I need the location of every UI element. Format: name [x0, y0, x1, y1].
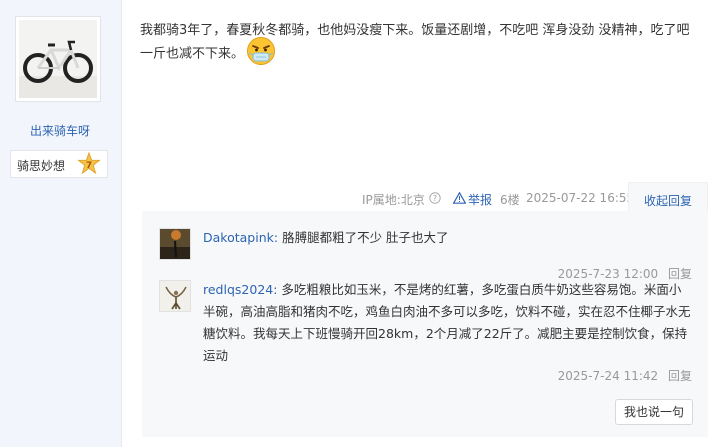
- reply-avatar[interactable]: [159, 228, 191, 260]
- collapse-replies-tab[interactable]: 收起回复: [628, 182, 708, 212]
- author-sidebar: 出来骑车呀 骑思妙想 7: [0, 0, 122, 447]
- ip-location: IP属地:北京: [362, 193, 425, 207]
- reply-footer: 2025-7-24 11:42 回复: [558, 367, 692, 384]
- add-reply-button[interactable]: 我也说一句: [615, 399, 693, 425]
- post-content: 我都骑3年了，春夏秋冬都骑，也他妈没瘦下来。饭量还剧增，不吃吧 浑身没劲 没精神…: [140, 20, 700, 66]
- level-star-icon: 7: [77, 151, 101, 176]
- reply-avatar[interactable]: [159, 280, 191, 312]
- level-number: 7: [86, 161, 92, 171]
- reply-item: Dakotapink: 胳膊腿都粗了不少 肚子也大了 2025-7-23 12:…: [142, 227, 708, 281]
- question-circle-icon[interactable]: ?: [429, 192, 441, 207]
- reply-username[interactable]: redlqs2024:: [203, 282, 277, 297]
- reply-text: 胳膊腿都粗了不少 肚子也大了: [282, 230, 449, 245]
- report-link[interactable]: 举报: [468, 191, 492, 208]
- reply-link[interactable]: 回复: [668, 369, 692, 383]
- reply-text-line: Dakotapink: 胳膊腿都粗了不少 肚子也大了: [203, 227, 692, 249]
- reply-item: redlqs2024: 多吃粗粮比如玉米，不是烤的红薯，多吃蛋白质牛奶这些容易饱…: [142, 277, 708, 387]
- bicycle-photo: [19, 20, 97, 98]
- angry-mask-emoji-icon: [246, 36, 276, 66]
- post-datetime: 2025-07-22 16:55: [526, 191, 635, 205]
- reply-username[interactable]: Dakotapink:: [203, 230, 278, 245]
- post-text: 我都骑3年了，春夏秋冬都骑，也他妈没瘦下来。饭量还剧增，不吃吧 浑身没劲 没精神…: [140, 23, 690, 62]
- reply-list: Dakotapink: 胳膊腿都粗了不少 肚子也大了 2025-7-23 12:…: [142, 211, 708, 437]
- author-username[interactable]: 出来骑车呀: [0, 122, 120, 139]
- svg-text:?: ?: [433, 194, 437, 203]
- warning-icon: [452, 191, 467, 207]
- collapse-replies-label: 收起回复: [644, 194, 693, 208]
- reply-text-block: redlqs2024: 多吃粗粮比如玉米，不是烤的红薯，多吃蛋白质牛奶这些容易饱…: [203, 279, 692, 367]
- author-level-badge[interactable]: 骑思妙想 7: [10, 150, 108, 178]
- reply-text: 多吃粗粮比如玉米，不是烤的红薯，多吃蛋白质牛奶这些容易饱。米面小半碗，高油高脂和…: [203, 282, 691, 363]
- level-name: 骑思妙想: [17, 159, 66, 173]
- floor-number: 6楼: [500, 193, 520, 207]
- author-avatar[interactable]: [15, 16, 101, 102]
- reply-datetime: 2025-7-24 11:42: [557, 369, 659, 383]
